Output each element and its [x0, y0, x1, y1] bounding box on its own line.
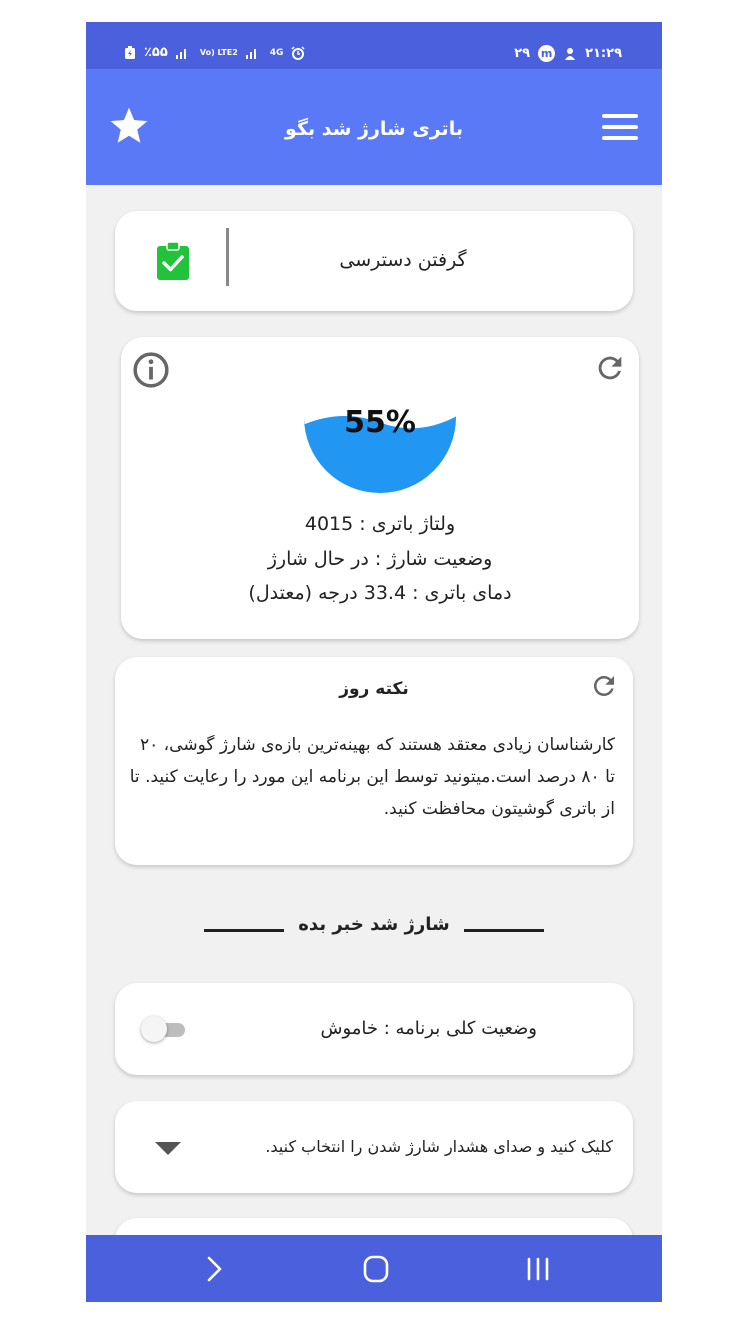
- network-label-2: 4G: [269, 47, 284, 58]
- vertical-divider: [226, 228, 229, 286]
- chevron-right-icon[interactable]: [194, 1252, 234, 1286]
- signal-bars-icon: [245, 48, 256, 59]
- menu-line: [602, 136, 638, 140]
- section-title: شارژ شد خبر بده: [298, 914, 450, 935]
- tip-text: کارشناسان زیادی معتقد هستند که بهینه‌تری…: [129, 735, 615, 819]
- app-bar: باتری شارژ شد بگو: [86, 69, 662, 185]
- notification-icon: [565, 47, 576, 60]
- signal-bars-icon: [175, 48, 186, 59]
- battery-percent: 55%: [344, 405, 416, 440]
- app-badge-icon: m: [538, 45, 556, 62]
- status-right: ۲۹ m ۲۱:۲۹: [514, 45, 622, 62]
- permission-card[interactable]: گرفتن دسترسی: [115, 211, 633, 311]
- hamburger-menu-icon[interactable]: [602, 114, 638, 142]
- app-status-toggle[interactable]: [141, 1014, 187, 1044]
- network-label-1: Vo) LTE2: [199, 47, 238, 57]
- status-bar: ٪۵۵ Vo) LTE2 4G ۲۹ m ۲۱:۲۹: [86, 22, 662, 69]
- home-circle-icon[interactable]: [356, 1252, 396, 1286]
- info-icon[interactable]: [132, 351, 170, 389]
- app-status-label: وضعیت کلی برنامه : خاموش: [320, 1018, 537, 1039]
- dropdown-arrow-icon[interactable]: [153, 1139, 183, 1157]
- charge-status-text: وضعیت شارژ : در حال شارژ: [267, 548, 493, 570]
- section-line-right: [464, 929, 544, 932]
- alarm-sound-card[interactable]: کلیک کنید و صدای هشدار شارژ شدن را انتخا…: [115, 1101, 633, 1193]
- section-header: شارژ شد خبر بده: [86, 912, 662, 942]
- battery-charging-icon: [125, 45, 135, 59]
- menu-line: [602, 125, 638, 129]
- system-nav-bar: [86, 1235, 662, 1302]
- refresh-icon[interactable]: [593, 351, 627, 385]
- app-status-card: وضعیت کلی برنامه : خاموش: [115, 983, 633, 1075]
- status-time: ۲۱:۲۹: [585, 46, 622, 61]
- permission-label: گرفتن دسترسی: [339, 249, 467, 271]
- toggle-thumb: [141, 1016, 167, 1042]
- status-left: ٪۵۵ Vo) LTE2 4G: [124, 45, 305, 60]
- status-number: ۲۹: [514, 46, 531, 61]
- alarm-icon: [291, 45, 305, 60]
- clipboard-check-icon: [157, 241, 189, 280]
- battery-percent-text: ٪۵۵: [144, 45, 168, 60]
- voltage-text: ولتاژ باتری : 4015: [304, 513, 456, 535]
- alarm-sound-label: کلیک کنید و صدای هشدار شارژ شدن را انتخا…: [265, 1137, 613, 1156]
- phone-screen: ٪۵۵ Vo) LTE2 4G ۲۹ m ۲۱:۲۹ باتری شارژ شد…: [86, 22, 662, 1302]
- menu-line: [602, 114, 638, 118]
- tip-of-the-day-card: نکته روز کارشناسان زیادی معتقد هستند که …: [115, 657, 633, 865]
- battery-card: 55% ولتاژ باتری : 4015 وضعیت شارژ : در ح…: [121, 337, 639, 639]
- app-title: باتری شارژ شد بگو: [285, 118, 463, 140]
- temperature-text: دمای باتری : 33.4 درجه (معتدل): [248, 582, 512, 604]
- tip-title: نکته روز: [339, 679, 409, 699]
- recents-icon[interactable]: [518, 1252, 558, 1286]
